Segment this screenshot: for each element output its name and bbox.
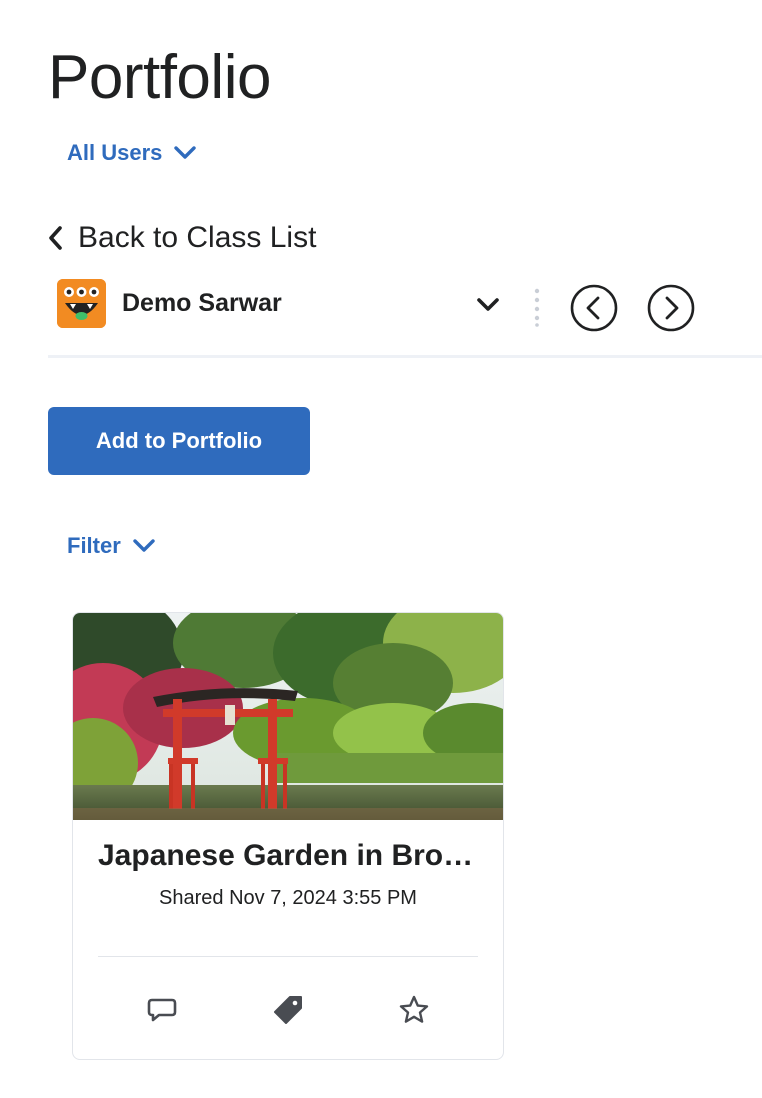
header-divider bbox=[48, 355, 762, 358]
all-users-dropdown[interactable]: All Users bbox=[67, 140, 197, 166]
filter-label: Filter bbox=[67, 533, 121, 558]
card-shared-date: Shared Nov 7, 2024 3:55 PM bbox=[159, 887, 417, 909]
star-button[interactable] bbox=[397, 993, 431, 1027]
monster-avatar-icon bbox=[57, 279, 106, 328]
separator-dots-icon bbox=[534, 288, 540, 327]
comment-icon bbox=[147, 998, 177, 1022]
filter-dropdown[interactable]: Filter bbox=[67, 533, 155, 559]
user-avatar bbox=[57, 279, 106, 328]
back-to-class-list-link[interactable]: Back to Class List bbox=[48, 221, 316, 255]
back-link-label: Back to Class List bbox=[78, 221, 317, 254]
card-divider bbox=[98, 956, 478, 957]
previous-user-button[interactable] bbox=[570, 284, 618, 332]
card-thumbnail-image[interactable] bbox=[73, 613, 503, 820]
page-title: Portfolio bbox=[48, 43, 271, 112]
card-title[interactable]: Japanese Garden in Brooklyn bbox=[98, 839, 483, 873]
user-dropdown-chevron-icon[interactable] bbox=[475, 292, 501, 318]
tag-button[interactable] bbox=[271, 993, 305, 1027]
chevron-left-icon bbox=[49, 226, 62, 250]
chevron-down-icon bbox=[133, 539, 155, 552]
all-users-label: All Users bbox=[67, 140, 163, 165]
next-user-button[interactable] bbox=[647, 284, 695, 332]
star-icon bbox=[399, 995, 429, 1023]
portfolio-card[interactable]: Japanese Garden in Brooklyn Shared Nov 7… bbox=[72, 612, 504, 1060]
user-name: Demo Sarwar bbox=[122, 289, 282, 317]
chevron-down-icon bbox=[174, 146, 197, 159]
comment-button[interactable] bbox=[145, 993, 179, 1027]
tag-icon bbox=[274, 996, 302, 1024]
add-to-portfolio-button[interactable]: Add to Portfolio bbox=[48, 407, 310, 475]
user-selector: Demo Sarwar bbox=[57, 279, 707, 332]
